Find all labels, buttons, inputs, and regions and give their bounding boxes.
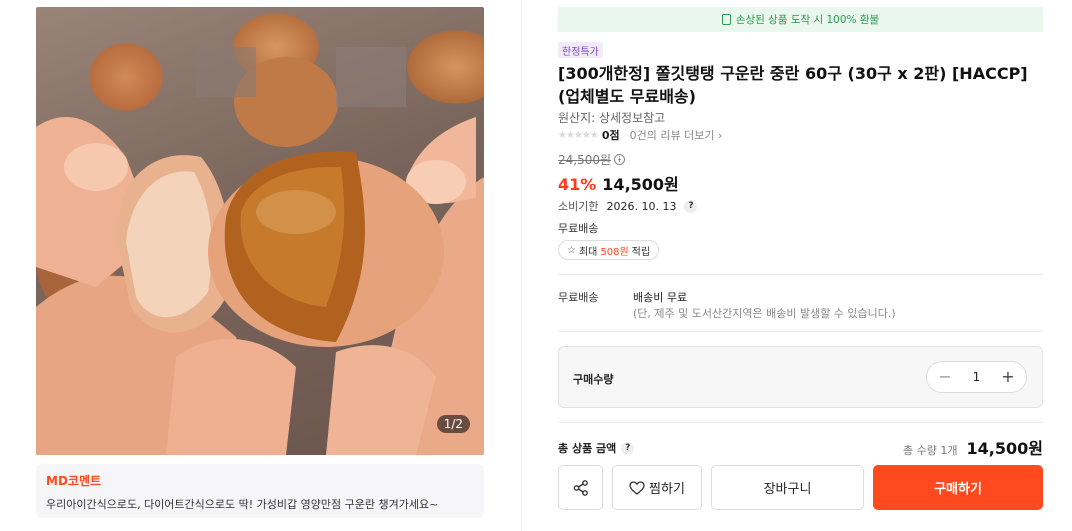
wish-button[interactable]: 찜하기 xyxy=(612,465,702,510)
shipping-label: 무료배송 xyxy=(558,291,599,304)
star-outline-icon: ☆ xyxy=(567,244,576,256)
rating-score: 0점 xyxy=(601,129,620,142)
refund-banner: 손상된 상품 도착 시 100% 환불 xyxy=(558,7,1043,32)
total-quantity: 총 수량 1개 xyxy=(903,444,958,457)
heart-icon xyxy=(629,480,645,495)
points-prefix: 최대 xyxy=(578,246,598,258)
quantity-box: 구매수량 − 1 + xyxy=(558,346,1043,408)
total-label: 총 상품 금액 xyxy=(558,442,617,455)
total-summary: 총 수량 1개 14,500원 xyxy=(903,435,1043,459)
total-label-row: 총 상품 금액 ? xyxy=(558,440,635,456)
buy-button[interactable]: 구매하기 xyxy=(873,465,1043,510)
total-price: 14,500원 xyxy=(966,439,1043,458)
image-counter: 1/2 xyxy=(436,415,470,433)
free-shipping-label: 무료배송 xyxy=(558,222,599,235)
sale-price: 14,500원 xyxy=(602,175,679,194)
product-title: [300개한정] 쫄깃탱탱 구운란 중란 60구 (30구 x 2판) [HAC… xyxy=(558,64,1028,106)
points-chip: ☆ 최대 508원 적립 xyxy=(558,240,660,260)
wish-button-label: 찜하기 xyxy=(649,482,685,497)
product-image[interactable]: 1/2 xyxy=(36,7,484,455)
original-price: 24,500원 i xyxy=(558,151,626,168)
share-button[interactable] xyxy=(558,465,603,510)
help-icon[interactable]: ? xyxy=(621,441,635,455)
cart-button[interactable]: 장바구니 xyxy=(711,465,864,510)
md-comment-box: MD코멘트 우리아이간식으로도, 다이어트간식으로도 딱! 가성비갑 영양만점 … xyxy=(36,464,484,518)
info-icon[interactable]: i xyxy=(614,154,626,165)
quantity-label: 구매수량 xyxy=(573,373,614,386)
price-row: 41% 14,500원 xyxy=(558,171,679,195)
refund-banner-text: 손상된 상품 도착 시 100% 환불 xyxy=(735,14,880,26)
expiry-label: 소비기한 xyxy=(558,200,599,213)
md-comment-text: 우리아이간식으로도, 다이어트간식으로도 딱! 가성비갑 영양만점 구운란 챙겨… xyxy=(46,498,439,511)
reviews-link[interactable]: 0건의 리뷰 더보기 › xyxy=(630,127,723,143)
divider xyxy=(558,274,1043,275)
quantity-stepper: − 1 + xyxy=(926,361,1027,393)
divider xyxy=(558,422,1043,423)
discount-rate: 41% xyxy=(558,175,597,194)
original-price-value: 24,500원 xyxy=(558,153,612,167)
md-comment-title: MD코멘트 xyxy=(46,474,102,488)
chevron-right-icon: › xyxy=(717,129,723,142)
promo-badge: 한정특가 xyxy=(558,42,603,58)
share-icon xyxy=(573,479,588,496)
quantity-value[interactable]: 1 xyxy=(973,370,981,384)
battery-shield-icon xyxy=(721,14,731,25)
product-origin: 원산지: 상세정보참고 xyxy=(558,111,666,125)
rating-row: ★★★★★ 0점 0건의 리뷰 더보기 › xyxy=(558,127,722,143)
help-icon[interactable]: ? xyxy=(684,199,698,213)
expiry-value: 2026. 10. 13 xyxy=(606,199,677,213)
shipping-fee: 배송비 무료 xyxy=(633,291,688,304)
egg-photo-illustration xyxy=(36,47,484,455)
points-suffix: 적립 xyxy=(631,246,651,258)
points-amount: 508원 xyxy=(600,246,629,258)
plus-button[interactable]: + xyxy=(1000,369,1016,385)
column-divider xyxy=(521,0,522,531)
minus-button[interactable]: − xyxy=(937,369,953,385)
shipping-note: (단, 제주 및 도서산간지역은 배송비 발생할 수 있습니다.) xyxy=(633,307,896,320)
divider xyxy=(558,331,1043,332)
reviews-link-label: 0건의 리뷰 더보기 xyxy=(629,129,715,142)
expiry-row: 소비기한 2026. 10. 13 ? xyxy=(558,198,698,214)
rating-stars-icon: ★★★★★ xyxy=(558,129,599,141)
